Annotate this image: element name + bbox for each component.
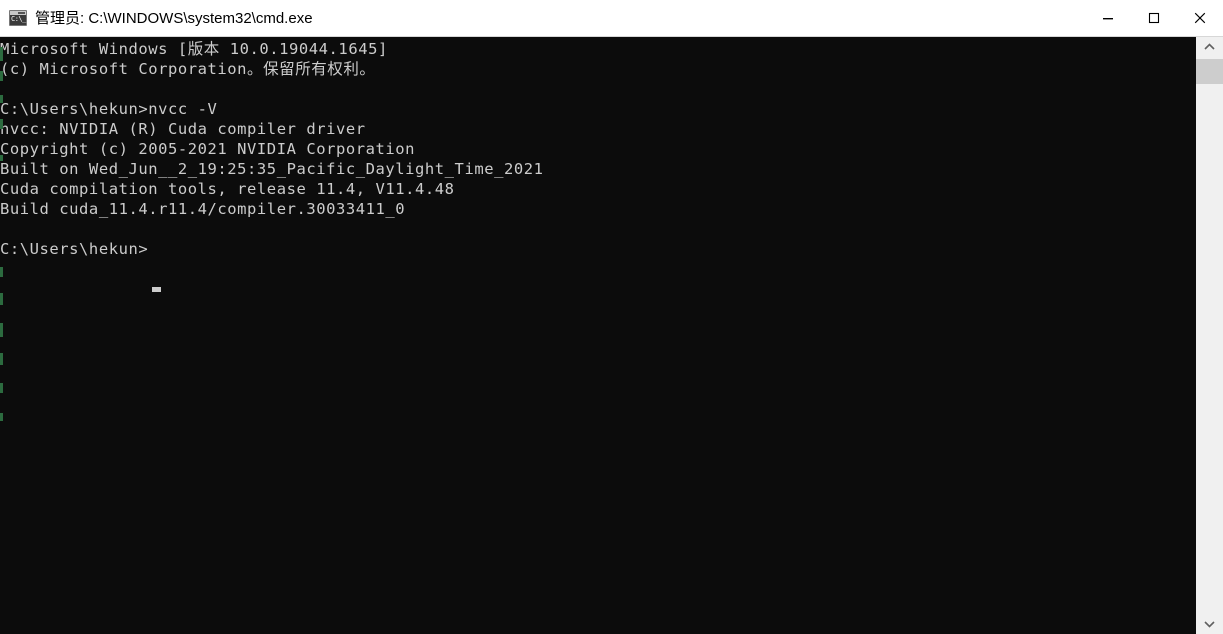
scroll-up-button[interactable] <box>1196 37 1223 57</box>
terminal-output-area[interactable]: Microsoft Windows [版本 10.0.19044.1645] (… <box>0 37 1196 634</box>
scrollbar-thumb[interactable] <box>1196 59 1223 84</box>
edge-artifact <box>0 353 3 365</box>
left-edge-artifacts <box>0 37 4 634</box>
maximize-button[interactable] <box>1131 0 1177 36</box>
minimize-button[interactable] <box>1085 0 1131 36</box>
vertical-scrollbar[interactable] <box>1196 37 1223 634</box>
edge-artifact <box>0 47 3 61</box>
edge-artifact <box>0 155 3 161</box>
edge-artifact <box>0 383 3 393</box>
scroll-down-button[interactable] <box>1196 614 1223 634</box>
terminal-cursor <box>152 287 161 292</box>
terminal-text: Microsoft Windows [版本 10.0.19044.1645] (… <box>0 40 544 258</box>
close-button[interactable] <box>1177 0 1223 36</box>
edge-artifact <box>0 95 3 103</box>
edge-artifact <box>0 413 3 421</box>
edge-artifact <box>0 267 3 277</box>
edge-artifact <box>0 323 3 337</box>
cmd-icon: C:\_ <box>9 10 27 26</box>
window-title: 管理员: C:\WINDOWS\system32\cmd.exe <box>35 9 313 27</box>
edge-artifact <box>0 293 3 305</box>
cmd-window: C:\_ 管理员: C:\WINDOWS\system32\cmd.exe Mi… <box>0 0 1223 634</box>
window-controls <box>1085 0 1223 36</box>
scrollbar-track[interactable] <box>1196 57 1223 614</box>
title-bar[interactable]: C:\_ 管理员: C:\WINDOWS\system32\cmd.exe <box>0 0 1223 37</box>
edge-artifact <box>0 119 3 129</box>
edge-artifact <box>0 71 3 81</box>
cmd-icon-glyph: C:\_ <box>11 15 26 23</box>
